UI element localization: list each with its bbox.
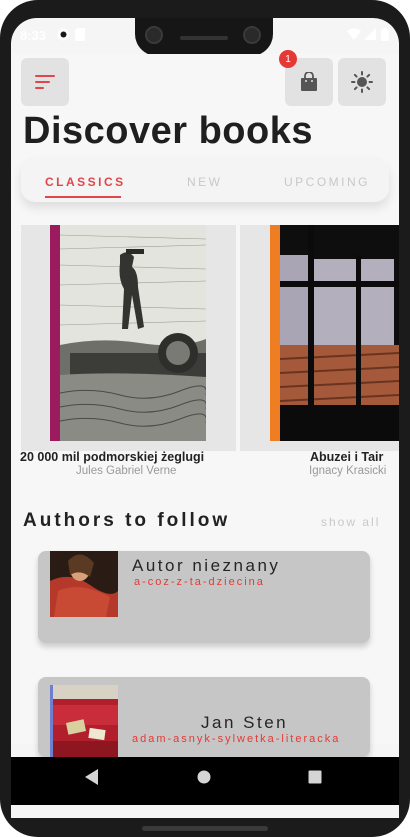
- front-camera-right: [243, 26, 261, 44]
- tab-classics[interactable]: CLASSICS: [45, 175, 126, 189]
- phone-frame: 8:33 1 Discover books CLASSICS NEW UPCOM…: [0, 0, 410, 837]
- book-cover-image: [60, 225, 206, 441]
- book-card[interactable]: [21, 225, 236, 451]
- sd-card-icon: [75, 28, 85, 44]
- book-title[interactable]: 20 000 mil podmorskiej żeglugi: [20, 450, 204, 464]
- device-bottom-bezel: [142, 826, 268, 831]
- author-card[interactable]: Jan Sten adam-asnyk-sylwetka-literacka: [38, 677, 370, 757]
- author-photo: [50, 551, 118, 617]
- app-content: 1 Discover books CLASSICS NEW UPCOMING 2…: [11, 50, 399, 757]
- book-author[interactable]: Jules Gabriel Verne: [76, 465, 176, 477]
- status-bar: 8:33: [11, 18, 399, 56]
- status-time: 8:33: [20, 28, 47, 43]
- shopping-bag-icon: [301, 72, 317, 91]
- back-triangle-icon[interactable]: [85, 769, 99, 789]
- recents-square-icon[interactable]: [308, 769, 322, 789]
- author-card[interactable]: Autor nieznany a-coz-z-ta-dziecina: [38, 551, 370, 643]
- section-title: Authors to follow: [23, 510, 231, 531]
- show-all-link[interactable]: show all: [321, 515, 380, 529]
- menu-button[interactable]: [21, 58, 69, 106]
- menu-lines-icon: [35, 75, 55, 89]
- wifi-icon: [347, 28, 361, 43]
- cellular-signal-icon: [364, 28, 376, 43]
- front-camera-left: [145, 26, 163, 44]
- screen: 8:33 1 Discover books CLASSICS NEW UPCOM…: [11, 18, 399, 818]
- book-spine: [50, 225, 60, 441]
- page-title: Discover books: [23, 110, 313, 152]
- earpiece-speaker: [180, 36, 228, 40]
- author-photo: [50, 685, 118, 757]
- camera-notch: [135, 18, 273, 56]
- author-slug: adam-asnyk-sylwetka-literacka: [132, 733, 341, 745]
- book-author[interactable]: Ignacy Krasicki: [309, 465, 386, 477]
- book-card[interactable]: [240, 225, 399, 451]
- author-name: Autor nieznany: [132, 556, 281, 575]
- system-navigation-bar: [11, 757, 399, 805]
- battery-icon: [381, 28, 389, 44]
- home-circle-icon[interactable]: [197, 769, 211, 789]
- tab-new[interactable]: NEW: [187, 175, 223, 189]
- book-title[interactable]: Abuzei i Tair: [310, 450, 383, 464]
- sun-icon: [351, 71, 373, 93]
- tab-upcoming[interactable]: UPCOMING: [284, 175, 370, 189]
- cart-button[interactable]: 1: [279, 50, 333, 106]
- author-name: Jan Sten: [201, 713, 289, 732]
- theme-toggle-button[interactable]: [338, 58, 386, 106]
- active-tab-indicator: [45, 196, 121, 198]
- book-spine: [270, 225, 280, 441]
- category-tabs: CLASSICS NEW UPCOMING: [21, 158, 389, 202]
- author-slug: a-coz-z-ta-dziecina: [134, 576, 265, 588]
- cart-badge: 1: [279, 50, 297, 68]
- app-notification-icon: [57, 28, 70, 44]
- book-cover-image: [280, 225, 399, 441]
